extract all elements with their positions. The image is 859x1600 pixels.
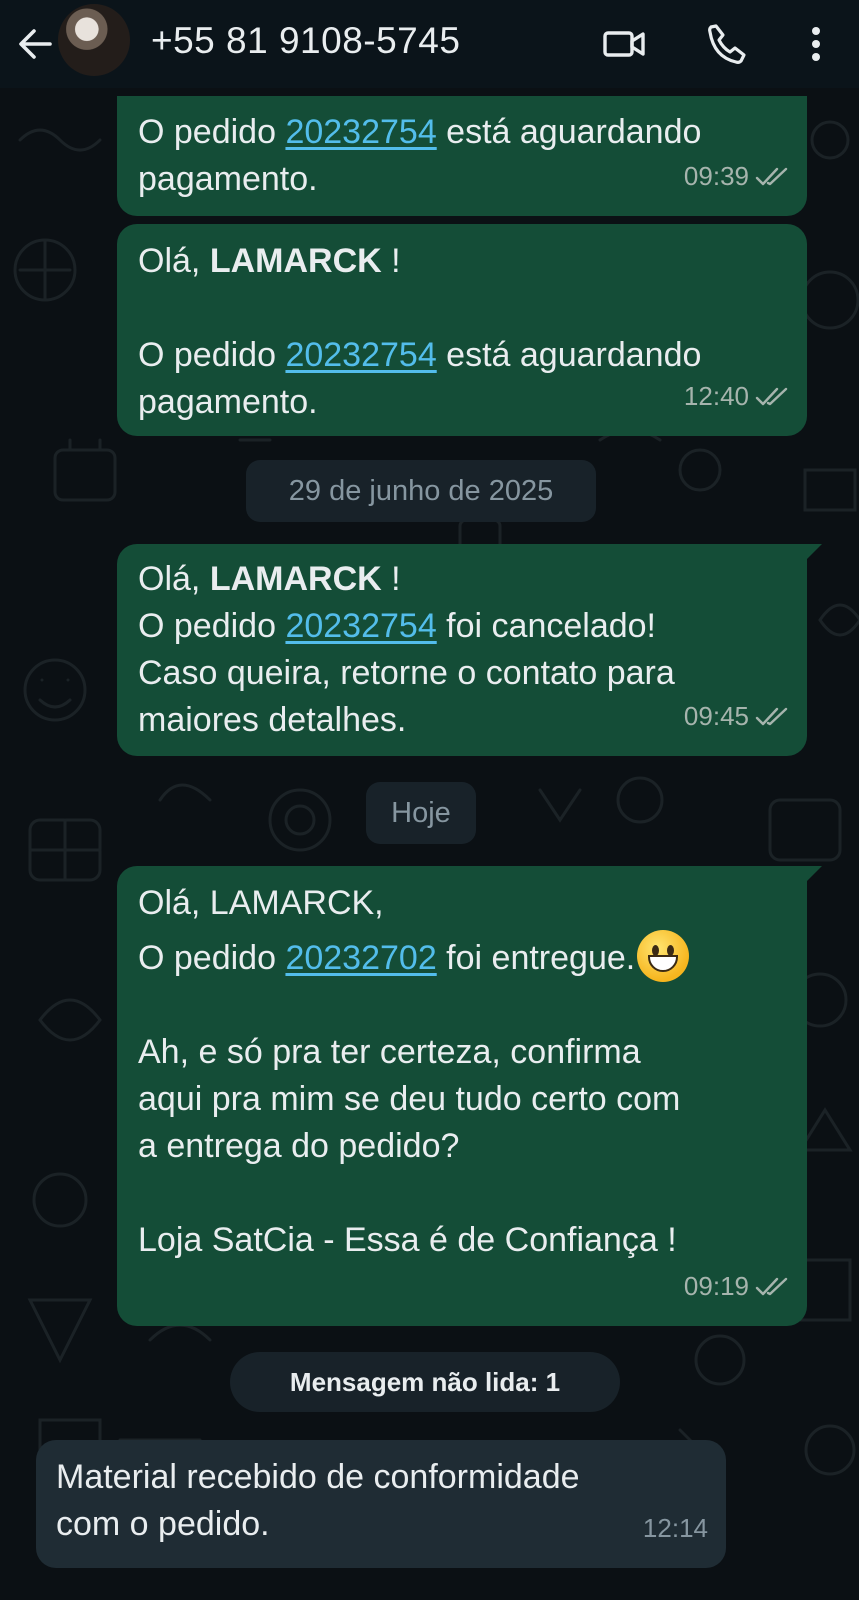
message-line: Olá, LAMARCK ! — [138, 242, 401, 280]
date-separator: Hoje — [366, 782, 476, 844]
video-call-icon[interactable] — [600, 20, 648, 68]
customer-name: LAMARCK — [209, 560, 382, 598]
outgoing-message[interactable]: Olá, LAMARCK ! O pedido 20232754 está ag… — [117, 224, 807, 436]
order-link[interactable]: 20232754 — [285, 607, 436, 645]
message-meta: 09:19 — [684, 1263, 789, 1310]
message-line: Loja SatCia - Essa é de Confiança ! — [138, 1221, 677, 1260]
message-line: O pedido 20232754 está aguardando — [138, 113, 702, 151]
message-meta: 09:39 — [684, 153, 789, 200]
message-line: maiores detalhes. — [138, 701, 407, 739]
message-line: O pedido 20232754 foi cancelado! — [138, 607, 656, 645]
unread-messages-banner: Mensagem não lida: 1 — [230, 1352, 620, 1412]
order-link[interactable]: 20232754 — [285, 113, 436, 151]
message-line: aqui pra mim se deu tudo certo com — [138, 1080, 681, 1119]
double-check-icon — [755, 707, 788, 725]
message-time: 09:19 — [683, 1271, 749, 1301]
contact-name[interactable]: +55 81 9108-5745 — [151, 20, 460, 62]
message-time: 12:14 — [642, 1513, 708, 1543]
message-line: O pedido 20232754 está aguardando — [138, 336, 702, 374]
outgoing-message[interactable]: O pedido 20232754 está aguardando pagame… — [117, 96, 807, 216]
message-line: Olá, LAMARCK ! — [138, 560, 401, 598]
message-line: O pedido 20232702 foi entregue. — [138, 930, 690, 983]
message-line: com o pedido. — [56, 1505, 270, 1543]
message-time: 12:40 — [683, 381, 749, 411]
chat-header: +55 81 9108-5745 — [0, 0, 859, 88]
more-vertical-icon[interactable] — [792, 20, 840, 68]
message-line: pagamento. — [138, 160, 318, 198]
incoming-message[interactable]: Material recebido de conformidade com o … — [36, 1440, 726, 1568]
message-line: a entrega do pedido? — [138, 1127, 460, 1166]
message-meta: 12:14 — [643, 1505, 708, 1552]
double-check-icon — [755, 167, 788, 185]
order-link[interactable]: 20232702 — [285, 939, 436, 977]
message-meta: 12:40 — [684, 373, 789, 420]
grinning-face-emoji — [637, 930, 690, 983]
double-check-icon — [755, 387, 788, 405]
message-line: Ah, e só pra ter certeza, confirma — [138, 1033, 641, 1072]
order-link[interactable]: 20232754 — [285, 336, 436, 374]
outgoing-message[interactable]: Olá, LAMARCK, O pedido 20232702 foi entr… — [117, 866, 807, 1326]
message-meta: 09:45 — [684, 693, 789, 740]
contact-avatar[interactable] — [58, 4, 130, 76]
phone-icon[interactable] — [702, 20, 750, 68]
message-line: Material recebido de conformidade — [56, 1458, 580, 1496]
outgoing-message[interactable]: Olá, LAMARCK ! O pedido 20232754 foi can… — [117, 544, 807, 756]
back-arrow-icon[interactable] — [14, 22, 58, 66]
message-line: Olá, LAMARCK, — [138, 884, 384, 922]
message-time: 09:39 — [683, 161, 749, 191]
message-line: pagamento. — [138, 383, 318, 421]
double-check-icon — [755, 1277, 788, 1295]
customer-name: LAMARCK — [209, 242, 382, 280]
message-time: 09:45 — [683, 701, 749, 731]
date-separator: 29 de junho de 2025 — [246, 460, 596, 522]
message-line: Caso queira, retorne o contato para — [138, 654, 675, 692]
